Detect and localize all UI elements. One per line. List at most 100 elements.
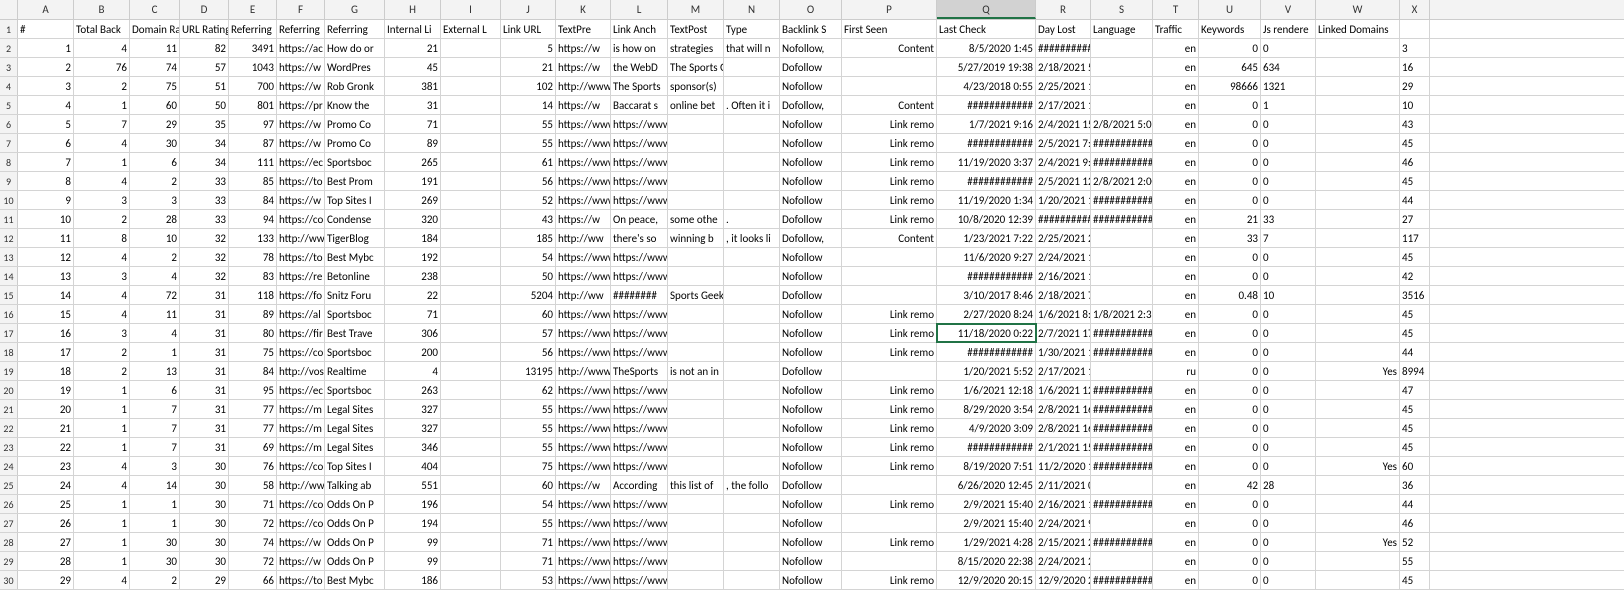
cell[interactable]: 0 [1199,134,1261,152]
cell[interactable]: ######## [611,286,668,304]
cell[interactable]: https://w [556,96,611,114]
cell[interactable]: 29 [18,571,74,589]
cell[interactable]: 645 [1199,58,1261,76]
cell[interactable]: this list of [668,476,724,494]
cell[interactable]: https://al [277,305,325,323]
cell[interactable]: 13 [18,267,74,285]
cell[interactable]: 11/2/2020 15:19 [1036,457,1091,475]
cell[interactable] [1091,552,1153,570]
cell[interactable]: https://www.thespc [611,495,668,513]
header-cell[interactable]: Link Anch [611,20,668,38]
cell[interactable] [441,571,501,589]
col-header-U[interactable]: U [1199,0,1261,19]
cell[interactable]: 17 [18,343,74,361]
cell[interactable] [1316,571,1400,589]
cell[interactable]: 35 [180,115,229,133]
row-header[interactable]: 6 [0,115,18,133]
row-header[interactable]: 19 [0,362,18,380]
cell[interactable]: https://www.thespc [611,419,668,437]
cell[interactable]: 2/8/2021 16:51 [1036,400,1091,418]
cell[interactable]: 3491 [229,39,277,57]
cell[interactable]: 1 [74,419,130,437]
col-header-Q[interactable]: Q [937,0,1036,19]
cell[interactable]: 1 [74,514,130,532]
cell[interactable]: 58 [229,476,277,494]
cell[interactable] [441,96,501,114]
cell[interactable]: 1/23/2021 7:22 [937,229,1036,247]
cell[interactable] [724,248,780,266]
row-header[interactable]: 1 [0,20,18,38]
cell[interactable]: https://ac [277,39,325,57]
cell[interactable]: ############ [1036,210,1091,228]
cell[interactable]: Snitz Foru [325,286,385,304]
cell[interactable]: 2/24/2021 23:23 [1036,552,1091,570]
col-header-A[interactable]: A [18,0,74,19]
cell[interactable]: 4 [130,324,180,342]
cell[interactable] [668,191,724,209]
cell[interactable]: 44 [1400,343,1430,361]
cell[interactable]: https://co [277,514,325,532]
header-cell[interactable]: Domain Ra [130,20,180,38]
cell[interactable]: https://w [277,115,325,133]
cell[interactable] [1316,476,1400,494]
cell[interactable] [441,362,501,380]
cell[interactable]: 84 [229,191,277,209]
cell[interactable]: 31 [385,96,441,114]
cell[interactable]: 0 [1199,438,1261,456]
cell[interactable]: 0 [1199,324,1261,342]
cell[interactable] [1316,172,1400,190]
cell[interactable]: ############ [1091,210,1153,228]
cell[interactable] [842,286,937,304]
col-header-L[interactable]: L [611,0,668,19]
cell[interactable]: ru [1153,362,1199,380]
cell[interactable]: 75 [229,343,277,361]
cell[interactable]: en [1153,115,1199,133]
cell[interactable]: 45 [1400,400,1430,418]
cell[interactable]: 55 [501,400,556,418]
cell[interactable]: 118 [229,286,277,304]
cell[interactable]: 15 [18,305,74,323]
cell[interactable]: 11/6/2020 9:27 [937,248,1036,266]
row-header[interactable]: 18 [0,343,18,361]
cell[interactable]: 82 [180,39,229,57]
cell[interactable]: https://www.thespc [556,115,611,133]
cell[interactable]: Content [842,96,937,114]
cell[interactable]: 27 [1400,210,1430,228]
cell[interactable] [441,267,501,285]
cell[interactable]: Top Sites I [325,457,385,475]
cell[interactable]: the WebD [611,58,668,76]
cell[interactable]: 0 [1261,172,1316,190]
cell[interactable]: 4 [74,457,130,475]
cell[interactable]: https://re [277,267,325,285]
cell[interactable]: 4 [74,286,130,304]
cell[interactable]: ############ [1091,153,1153,171]
col-header-F[interactable]: F [277,0,325,19]
cell[interactable] [842,58,937,76]
cell[interactable]: 2/25/2021 21:10 [1036,229,1091,247]
cell[interactable]: Know the [325,96,385,114]
cell[interactable]: ############ [937,134,1036,152]
col-header-B[interactable]: B [74,0,130,19]
row-header[interactable]: 22 [0,419,18,437]
cell[interactable]: https://pr [277,96,325,114]
cell[interactable]: 45 [1400,571,1430,589]
cell[interactable]: 7 [130,438,180,456]
cell[interactable]: 61 [501,153,556,171]
cell[interactable]: Legal Sites [325,400,385,418]
cell[interactable]: https://www.thespc [611,343,668,361]
cell[interactable]: 11/18/2020 0:22 [937,324,1036,342]
cell[interactable] [668,457,724,475]
cell[interactable]: 72 [130,286,180,304]
cell[interactable]: https://www.thespc [611,305,668,323]
cell[interactable]: Rob Gronk [325,77,385,95]
cell[interactable]: 0 [1261,267,1316,285]
cell[interactable]: 13195 [501,362,556,380]
cell[interactable] [1091,267,1153,285]
cell[interactable] [1316,96,1400,114]
cell[interactable]: Promo Co [325,115,385,133]
cell[interactable] [1316,305,1400,323]
cell[interactable]: 2 [130,172,180,190]
cell[interactable]: 1/6/2021 8:42 [1036,305,1091,323]
cell[interactable] [441,381,501,399]
header-cell[interactable]: TextPre [556,20,611,38]
